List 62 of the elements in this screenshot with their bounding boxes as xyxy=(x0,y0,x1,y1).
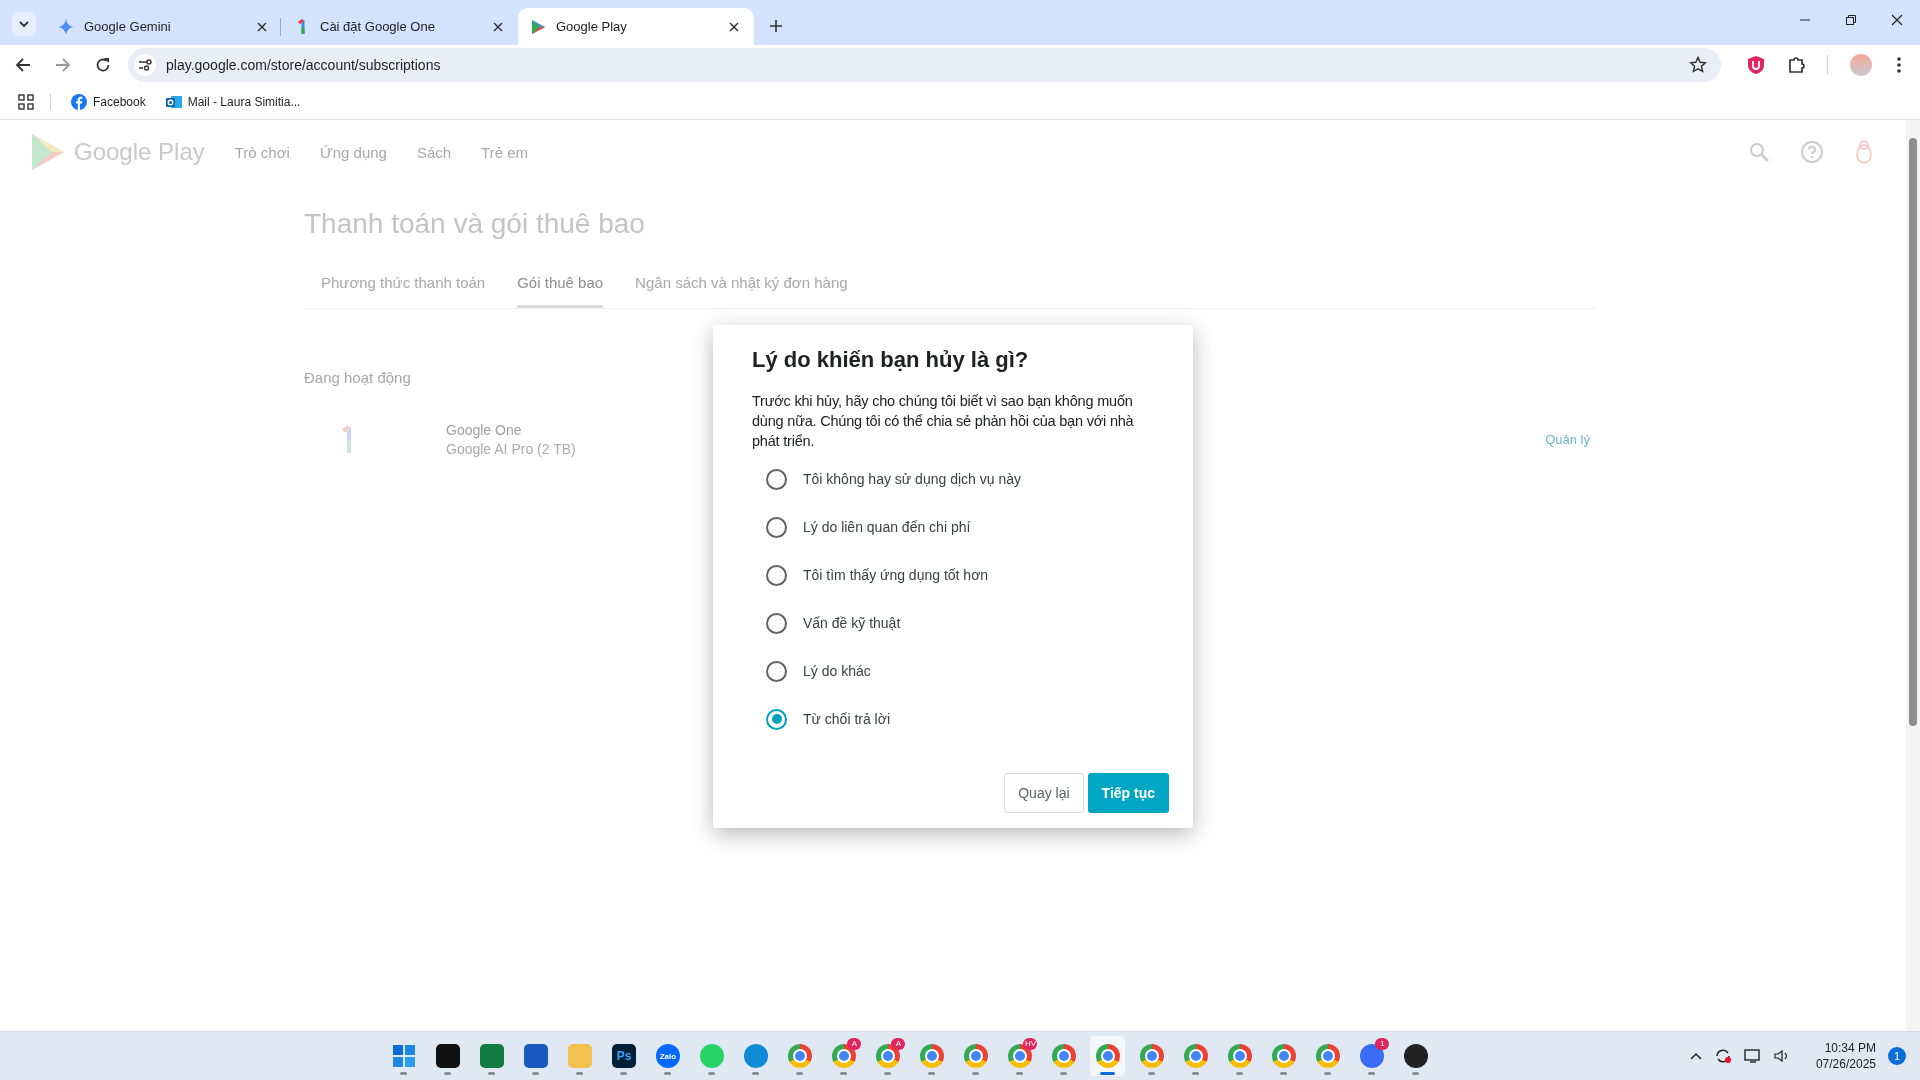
forward-arrow-icon[interactable] xyxy=(55,57,71,73)
chevron-down-icon[interactable] xyxy=(18,18,30,30)
scrollbar[interactable] xyxy=(1906,120,1920,1031)
date-text: 07/26/2025 xyxy=(1815,1056,1876,1072)
section-heading: Đang hoạt động xyxy=(304,369,412,386)
browser-tab[interactable]: Google Play xyxy=(518,8,754,45)
option-label[interactable]: Tôi tìm thấy ứng dụng tốt hơn xyxy=(803,567,989,583)
app-badge: HV xyxy=(1023,1038,1038,1050)
option-label[interactable]: Tôi không hay sử dụng dịch vụ này xyxy=(803,471,1021,487)
option-label[interactable]: Vấn đề kỹ thuật xyxy=(803,615,901,631)
more-menu-icon[interactable] xyxy=(1896,56,1902,74)
apps-grid-icon[interactable] xyxy=(18,94,34,110)
bookmark-link[interactable]: Facebook xyxy=(67,91,150,113)
notification-badge[interactable]: 1 xyxy=(1888,1047,1906,1065)
subscription-name: Google One xyxy=(446,422,523,438)
radio-button[interactable] xyxy=(766,468,787,490)
dialog-description: Trước khi hủy, hãy cho chúng tôi biết vì sao bạn không muốn dùng nữa. Chúng tôi có thể chia sẻ phản hồi của bạn với nhà phát triển. xyxy=(752,392,1135,451)
browser-tab[interactable]: Google Gemini xyxy=(46,8,282,45)
radio-button[interactable] xyxy=(766,612,787,634)
time-text: 10:34 PM xyxy=(1824,1040,1876,1056)
shield-icon[interactable] xyxy=(1747,55,1765,75)
bookmark-link[interactable]: Mail - Laura Simitia... xyxy=(161,91,305,113)
site-settings-icon[interactable] xyxy=(134,54,156,76)
app-badge: 1 xyxy=(1375,1038,1390,1050)
plus-icon[interactable] xyxy=(769,19,783,33)
browser-tab[interactable]: Cài đặt Google One xyxy=(282,8,518,45)
sparkle-icon xyxy=(58,18,74,35)
tab-title: Cài đặt Google One xyxy=(320,19,436,34)
clock[interactable]: 10:34 PM 07/26/2025 xyxy=(1815,1040,1876,1072)
mail-icon[interactable] xyxy=(165,94,182,110)
option-label[interactable]: Từ chối trả lời xyxy=(803,711,890,727)
tab-title: Google Gemini xyxy=(84,19,172,34)
reload-icon[interactable] xyxy=(95,57,111,73)
continue-button[interactable]: Tiếp tục xyxy=(1087,773,1169,813)
radio-button[interactable] xyxy=(766,660,787,682)
back-link-button[interactable]: Quay lại xyxy=(1004,773,1084,813)
address-bar[interactable]: play.google.com/store/account/subscriptions xyxy=(128,48,1721,82)
url-text: play.google.com/store/account/subscriptions xyxy=(166,57,441,73)
subscription-plan: Google AI Pro (2 TB) xyxy=(446,441,576,457)
back-arrow-icon[interactable] xyxy=(15,57,31,73)
bookmark-star-icon[interactable] xyxy=(1689,56,1707,74)
puzzle-icon[interactable] xyxy=(1787,55,1807,75)
play-triangle-icon xyxy=(530,18,546,35)
radio-button[interactable] xyxy=(766,564,787,586)
option-label[interactable]: Lý do liên quan đến chi phí xyxy=(803,519,971,535)
app-badge: A xyxy=(891,1038,906,1050)
one-logo-icon xyxy=(340,424,354,455)
chevron-up-icon[interactable] xyxy=(1689,1052,1702,1060)
radio-button[interactable] xyxy=(766,708,787,730)
facebook-icon[interactable] xyxy=(71,94,87,110)
speaker-icon[interactable] xyxy=(1773,1049,1790,1063)
page-title: Thanh toán và gói thuê bao xyxy=(304,208,646,240)
radio-button[interactable] xyxy=(766,516,787,538)
app-badge: A xyxy=(847,1038,862,1050)
sync-icon[interactable] xyxy=(1713,1048,1732,1064)
page-tab[interactable]: Gói thuê bao xyxy=(517,262,604,308)
dialog-title: Lý do khiến bạn hủy là gì? xyxy=(752,347,1030,373)
close-icon[interactable] xyxy=(1891,14,1903,26)
restore-icon[interactable] xyxy=(1845,14,1857,26)
tab-search-button[interactable] xyxy=(12,12,36,36)
option-label[interactable]: Lý do khác xyxy=(803,663,871,679)
tab-title: Google Play xyxy=(556,19,628,34)
